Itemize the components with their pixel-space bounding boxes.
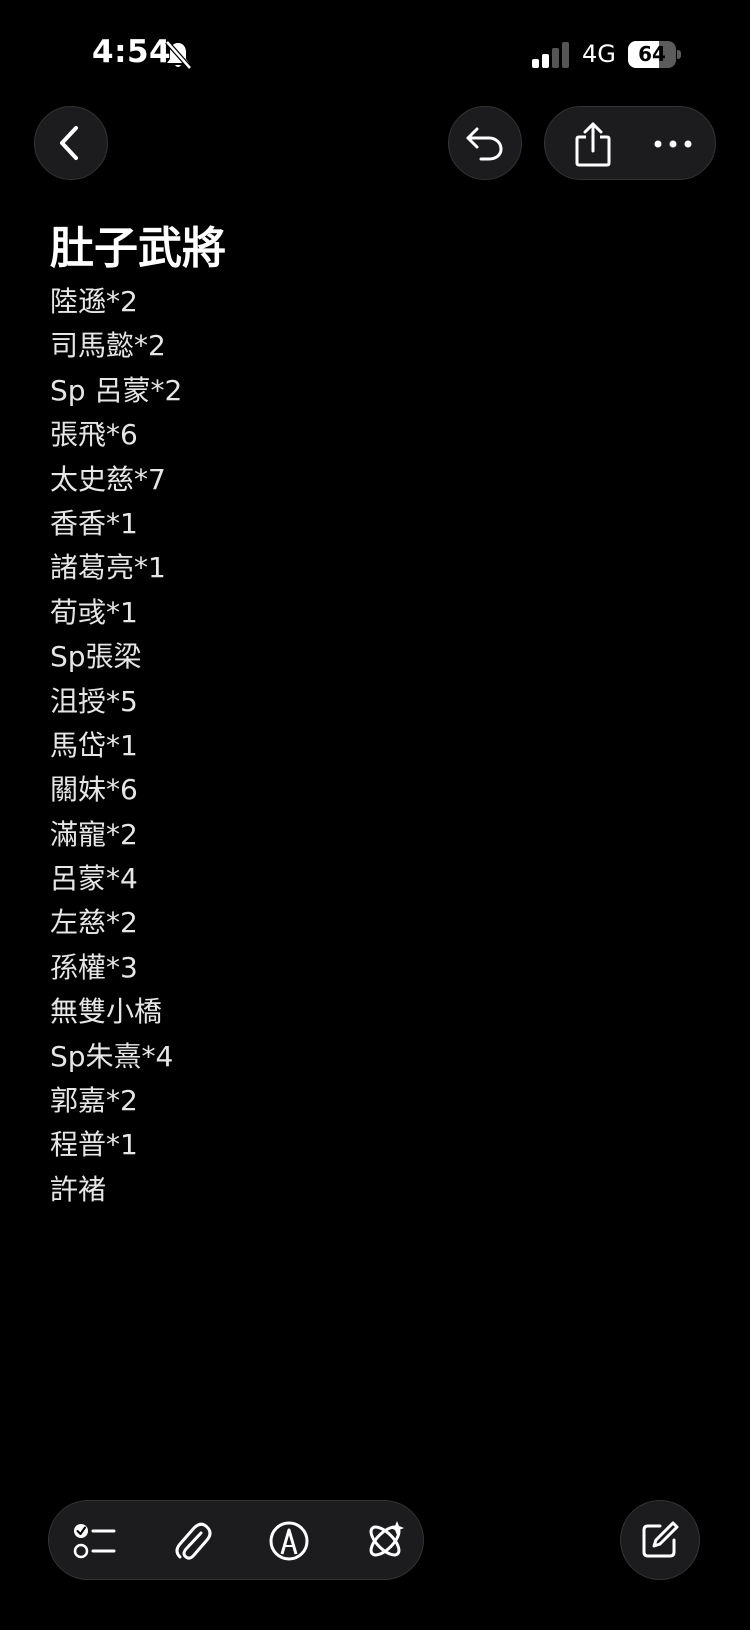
- note-line[interactable]: 孫權*3: [50, 946, 690, 990]
- note-title[interactable]: 肚子武將: [50, 212, 226, 276]
- checklist-icon: [73, 1524, 116, 1559]
- markup-pen-icon: [269, 1521, 309, 1561]
- note-line[interactable]: 程普*1: [50, 1123, 690, 1167]
- bottom-toolbar: [48, 1500, 424, 1580]
- cellular-signal-icon: [532, 42, 569, 68]
- note-line[interactable]: 陸遜*2: [50, 280, 690, 324]
- share-icon: [575, 122, 611, 167]
- note-line[interactable]: 馬岱*1: [50, 724, 690, 768]
- attach-button[interactable]: [163, 1511, 223, 1571]
- note-line[interactable]: 呂蒙*4: [50, 857, 690, 901]
- paperclip-icon: [175, 1522, 212, 1560]
- apple-intelligence-icon: [369, 1521, 404, 1557]
- note-line[interactable]: 張飛*6: [50, 413, 690, 457]
- checklist-button[interactable]: [65, 1511, 125, 1571]
- note-line[interactable]: 關妹*6: [50, 768, 690, 812]
- compose-icon: [642, 1521, 679, 1558]
- status-time: 4:54: [92, 34, 172, 70]
- note-line[interactable]: 諸葛亮*1: [50, 546, 690, 590]
- status-bar: 4:54 4G 64: [0, 0, 750, 110]
- note-line[interactable]: 司馬懿*2: [50, 324, 690, 368]
- writing-tools-button[interactable]: [355, 1511, 415, 1571]
- battery-body: 64: [628, 41, 676, 68]
- note-line[interactable]: 滿寵*2: [50, 813, 690, 857]
- undo-icon: [466, 127, 503, 161]
- note-body[interactable]: 陸遜*2 司馬懿*2 Sp 呂蒙*2 張飛*6 太史慈*7 香香*1 諸葛亮*1 荀彧*1 Sp…: [50, 280, 690, 1212]
- chevron-left-icon: [60, 126, 78, 160]
- note-line[interactable]: Sp 呂蒙*2: [50, 369, 690, 413]
- more-button[interactable]: [645, 117, 701, 171]
- markup-button[interactable]: [259, 1511, 319, 1571]
- notes-app: 4:54 4G 64 肚子武將 陸遜*2 司馬懿*2 Sp 呂蒙*2 張飛*6 …: [0, 0, 750, 1630]
- battery-indicator: 64: [628, 41, 681, 68]
- undo-button[interactable]: [448, 106, 522, 180]
- note-line[interactable]: 無雙小橋: [50, 990, 690, 1034]
- note-line[interactable]: Sp朱熹*4: [50, 1035, 690, 1079]
- actions-pill: [544, 106, 716, 180]
- note-line[interactable]: 許褚: [50, 1168, 690, 1212]
- note-line[interactable]: 沮授*5: [50, 680, 690, 724]
- note-line[interactable]: 太史慈*7: [50, 458, 690, 502]
- compose-button[interactable]: [620, 1500, 700, 1580]
- note-line[interactable]: Sp張梁: [50, 635, 690, 679]
- note-line[interactable]: 郭嘉*2: [50, 1079, 690, 1123]
- bell-slash-icon: [165, 40, 192, 70]
- note-line[interactable]: 香香*1: [50, 502, 690, 546]
- battery-tip: [677, 50, 681, 59]
- note-line[interactable]: 左慈*2: [50, 901, 690, 945]
- ellipsis-icon: [654, 140, 692, 148]
- battery-level: 64: [638, 42, 666, 66]
- back-button[interactable]: [34, 106, 108, 180]
- network-type: 4G: [582, 40, 616, 68]
- share-button[interactable]: [565, 117, 621, 171]
- note-line[interactable]: 荀彧*1: [50, 591, 690, 635]
